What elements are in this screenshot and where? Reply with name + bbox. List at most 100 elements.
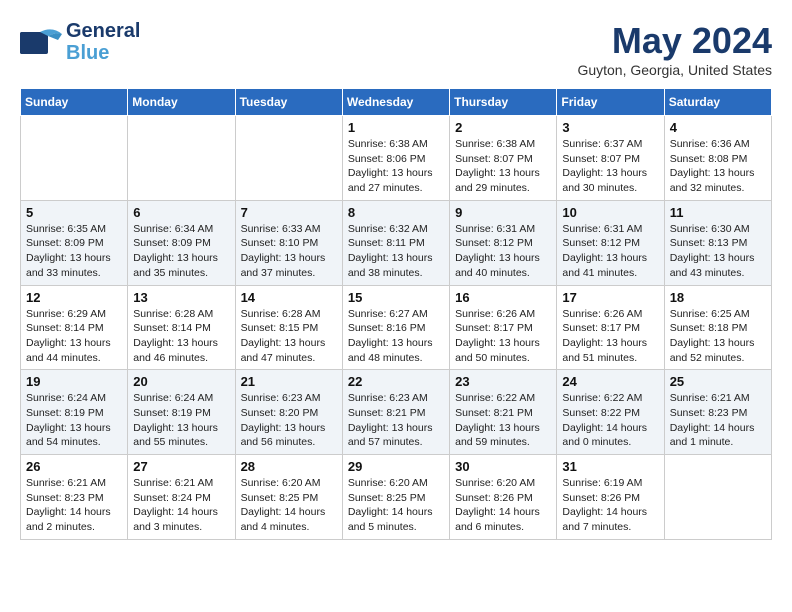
calendar-cell: 28 Sunrise: 6:20 AM Sunset: 8:25 PM Dayli… — [235, 455, 342, 540]
logo: General Blue — [20, 20, 140, 64]
day-number: 24 — [562, 374, 658, 389]
calendar-cell: 7 Sunrise: 6:33 AM Sunset: 8:10 PM Daylig… — [235, 200, 342, 285]
logo-icon — [20, 24, 62, 60]
day-number: 7 — [241, 205, 337, 220]
page-header: General Blue May 2024 Guyton, Georgia, U… — [20, 20, 772, 78]
day-number: 15 — [348, 290, 444, 305]
day-info: Sunrise: 6:29 AM Sunset: 8:14 PM Dayligh… — [26, 307, 122, 366]
calendar-week-row: 26Sunrise: 6:21 AM Sunset: 8:23 PM Dayli… — [21, 455, 772, 540]
calendar-cell: 23Sunrise: 6:22 AM Sunset: 8:21 PM Dayli… — [450, 370, 557, 455]
day-info: Sunrise: 6:38 AM Sunset: 8:06 PM Dayligh… — [348, 137, 444, 196]
weekday-header: Saturday — [664, 89, 771, 116]
day-number: 14 — [241, 290, 337, 305]
day-info: Sunrise: 6:31 AM Sunset: 8:12 PM Dayligh… — [562, 222, 658, 281]
day-number: 29 — [348, 459, 444, 474]
day-info: Sunrise: 6:20 AM Sunset: 8:25 PM Dayligh… — [348, 476, 444, 535]
weekday-header: Friday — [557, 89, 664, 116]
calendar-cell: 5 Sunrise: 6:35 AM Sunset: 8:09 PM Daylig… — [21, 200, 128, 285]
calendar-cell: 9 Sunrise: 6:31 AM Sunset: 8:12 PM Daylig… — [450, 200, 557, 285]
day-info: Sunrise: 6:37 AM Sunset: 8:07 PM Dayligh… — [562, 137, 658, 196]
day-number: 21 — [241, 374, 337, 389]
day-info: Sunrise: 6:20 AM Sunset: 8:26 PM Dayligh… — [455, 476, 551, 535]
day-number: 28 — [241, 459, 337, 474]
calendar-cell: 29 Sunrise: 6:20 AM Sunset: 8:25 PM Dayli… — [342, 455, 449, 540]
calendar-cell: 20 Sunrise: 6:24 AM Sunset: 8:19 PM Dayli… — [128, 370, 235, 455]
day-number: 12 — [26, 290, 122, 305]
calendar-cell: 13Sunrise: 6:28 AM Sunset: 8:14 PM Dayli… — [128, 285, 235, 370]
calendar-cell: 17 Sunrise: 6:26 AM Sunset: 8:17 PM Dayli… — [557, 285, 664, 370]
calendar-cell: 26Sunrise: 6:21 AM Sunset: 8:23 PM Dayli… — [21, 455, 128, 540]
calendar-cell: 8Sunrise: 6:32 AM Sunset: 8:11 PM Daylig… — [342, 200, 449, 285]
day-info: Sunrise: 6:24 AM Sunset: 8:19 PM Dayligh… — [133, 391, 229, 450]
day-info: Sunrise: 6:23 AM Sunset: 8:20 PM Dayligh… — [241, 391, 337, 450]
calendar-cell: 4 Sunrise: 6:36 AM Sunset: 8:08 PM Daylig… — [664, 116, 771, 201]
day-number: 9 — [455, 205, 551, 220]
calendar-cell — [21, 116, 128, 201]
day-info: Sunrise: 6:35 AM Sunset: 8:09 PM Dayligh… — [26, 222, 122, 281]
day-number: 5 — [26, 205, 122, 220]
day-number: 26 — [26, 459, 122, 474]
day-number: 4 — [670, 120, 766, 135]
calendar-cell: 31 Sunrise: 6:19 AM Sunset: 8:26 PM Dayli… — [557, 455, 664, 540]
day-info: Sunrise: 6:38 AM Sunset: 8:07 PM Dayligh… — [455, 137, 551, 196]
day-number: 6 — [133, 205, 229, 220]
day-info: Sunrise: 6:36 AM Sunset: 8:08 PM Dayligh… — [670, 137, 766, 196]
calendar-cell: 27 Sunrise: 6:21 AM Sunset: 8:24 PM Dayli… — [128, 455, 235, 540]
day-info: Sunrise: 6:23 AM Sunset: 8:21 PM Dayligh… — [348, 391, 444, 450]
weekday-header: Monday — [128, 89, 235, 116]
day-info: Sunrise: 6:19 AM Sunset: 8:26 PM Dayligh… — [562, 476, 658, 535]
day-info: Sunrise: 6:33 AM Sunset: 8:10 PM Dayligh… — [241, 222, 337, 281]
day-info: Sunrise: 6:28 AM Sunset: 8:15 PM Dayligh… — [241, 307, 337, 366]
calendar-table: SundayMondayTuesdayWednesdayThursdayFrid… — [20, 88, 772, 540]
calendar-cell: 24 Sunrise: 6:22 AM Sunset: 8:22 PM Dayli… — [557, 370, 664, 455]
day-number: 20 — [133, 374, 229, 389]
day-info: Sunrise: 6:26 AM Sunset: 8:17 PM Dayligh… — [455, 307, 551, 366]
day-number: 3 — [562, 120, 658, 135]
calendar-week-row: 5 Sunrise: 6:35 AM Sunset: 8:09 PM Daylig… — [21, 200, 772, 285]
day-number: 11 — [670, 205, 766, 220]
day-number: 16 — [455, 290, 551, 305]
day-number: 25 — [670, 374, 766, 389]
month-title: May 2024 — [577, 20, 772, 62]
day-info: Sunrise: 6:24 AM Sunset: 8:19 PM Dayligh… — [26, 391, 122, 450]
calendar-cell: 14 Sunrise: 6:28 AM Sunset: 8:15 PM Dayli… — [235, 285, 342, 370]
day-number: 31 — [562, 459, 658, 474]
logo-general: General — [66, 20, 140, 42]
day-info: Sunrise: 6:20 AM Sunset: 8:25 PM Dayligh… — [241, 476, 337, 535]
day-info: Sunrise: 6:31 AM Sunset: 8:12 PM Dayligh… — [455, 222, 551, 281]
day-info: Sunrise: 6:30 AM Sunset: 8:13 PM Dayligh… — [670, 222, 766, 281]
day-info: Sunrise: 6:21 AM Sunset: 8:24 PM Dayligh… — [133, 476, 229, 535]
day-number: 17 — [562, 290, 658, 305]
weekday-header: Wednesday — [342, 89, 449, 116]
calendar-cell: 21 Sunrise: 6:23 AM Sunset: 8:20 PM Dayli… — [235, 370, 342, 455]
calendar-cell: 11 Sunrise: 6:30 AM Sunset: 8:13 PM Dayli… — [664, 200, 771, 285]
day-number: 10 — [562, 205, 658, 220]
day-number: 22 — [348, 374, 444, 389]
calendar-cell: 3 Sunrise: 6:37 AM Sunset: 8:07 PM Daylig… — [557, 116, 664, 201]
title-area: May 2024 Guyton, Georgia, United States — [577, 20, 772, 78]
calendar-cell: 12 Sunrise: 6:29 AM Sunset: 8:14 PM Dayli… — [21, 285, 128, 370]
calendar-cell: 1 Sunrise: 6:38 AM Sunset: 8:06 PM Daylig… — [342, 116, 449, 201]
weekday-header: Tuesday — [235, 89, 342, 116]
day-number: 23 — [455, 374, 551, 389]
weekday-header: Sunday — [21, 89, 128, 116]
day-info: Sunrise: 6:27 AM Sunset: 8:16 PM Dayligh… — [348, 307, 444, 366]
calendar-cell: 18Sunrise: 6:25 AM Sunset: 8:18 PM Dayli… — [664, 285, 771, 370]
calendar-cell: 30Sunrise: 6:20 AM Sunset: 8:26 PM Dayli… — [450, 455, 557, 540]
calendar-cell: 22 Sunrise: 6:23 AM Sunset: 8:21 PM Dayli… — [342, 370, 449, 455]
logo-blue: Blue — [66, 42, 140, 64]
calendar-cell — [664, 455, 771, 540]
day-number: 13 — [133, 290, 229, 305]
day-info: Sunrise: 6:22 AM Sunset: 8:22 PM Dayligh… — [562, 391, 658, 450]
day-number: 18 — [670, 290, 766, 305]
calendar-cell: 10 Sunrise: 6:31 AM Sunset: 8:12 PM Dayli… — [557, 200, 664, 285]
calendar-cell: 15 Sunrise: 6:27 AM Sunset: 8:16 PM Dayli… — [342, 285, 449, 370]
day-info: Sunrise: 6:26 AM Sunset: 8:17 PM Dayligh… — [562, 307, 658, 366]
day-number: 2 — [455, 120, 551, 135]
location: Guyton, Georgia, United States — [577, 62, 772, 78]
day-number: 27 — [133, 459, 229, 474]
day-number: 8 — [348, 205, 444, 220]
day-number: 1 — [348, 120, 444, 135]
calendar-cell — [235, 116, 342, 201]
calendar-week-row: 12 Sunrise: 6:29 AM Sunset: 8:14 PM Dayli… — [21, 285, 772, 370]
